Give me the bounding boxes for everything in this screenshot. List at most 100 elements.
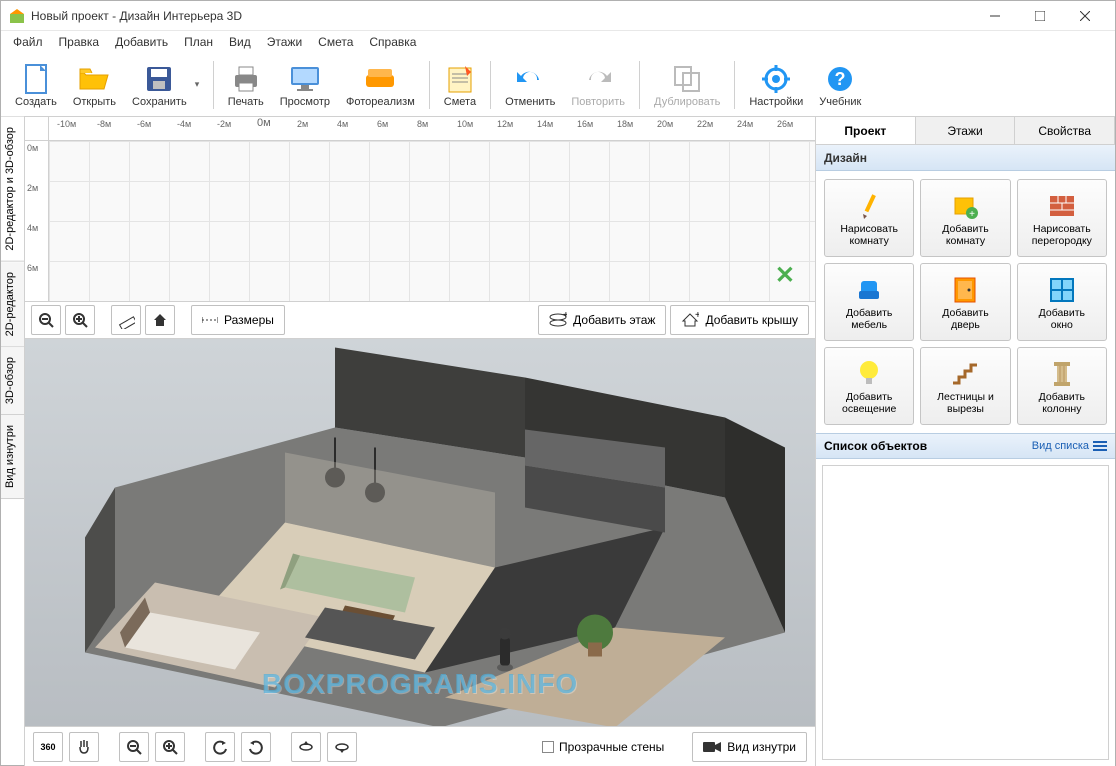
redo-button[interactable]: Повторить	[563, 56, 633, 114]
gear-icon	[762, 62, 790, 96]
save-button[interactable]: Сохранить	[124, 56, 195, 114]
print-button[interactable]: Печать	[220, 56, 272, 114]
svg-text:+: +	[970, 209, 976, 220]
tilt-down-button[interactable]	[327, 732, 357, 762]
list-icon	[1093, 440, 1107, 452]
view-mode-tabs: 2D-редактор и 3D-обзор 2D-редактор 3D-об…	[1, 117, 25, 766]
undo-button[interactable]: Отменить	[497, 56, 563, 114]
add-furniture-button[interactable]: Добавитьмебель	[824, 263, 914, 341]
add-door-button[interactable]: Добавитьдверь	[920, 263, 1010, 341]
armchair-icon	[855, 273, 883, 307]
tab-floors[interactable]: Этажи	[916, 117, 1016, 144]
create-button[interactable]: Создать	[7, 56, 65, 114]
copy-icon	[673, 62, 701, 96]
svg-text:+: +	[695, 312, 699, 321]
app-icon	[9, 8, 25, 24]
draw-partition-button[interactable]: Нарисоватьперегородку	[1017, 179, 1107, 257]
main-toolbar: Создать Открыть Сохранить ▾ Печать Просм…	[1, 53, 1115, 117]
ruler-button[interactable]	[111, 305, 141, 335]
tab-3d-view[interactable]: 3D-обзор	[1, 347, 24, 415]
zoom-in-3d-button[interactable]	[155, 732, 185, 762]
dimensions-button[interactable]: Размеры	[191, 305, 285, 335]
rotate-left-button[interactable]	[205, 732, 235, 762]
minimize-button[interactable]	[972, 1, 1017, 30]
zoom-out-3d-button[interactable]	[119, 732, 149, 762]
add-window-button[interactable]: Добавитьокно	[1017, 263, 1107, 341]
canvas-area: -10м-8м -6м-4м -2м0м 2м4м 6м8м 10м12м 14…	[25, 117, 815, 766]
tab-2d-editor[interactable]: 2D-редактор	[1, 262, 24, 347]
folder-open-icon	[78, 62, 110, 96]
window-icon	[1049, 273, 1075, 307]
menu-edit[interactable]: Правка	[51, 33, 108, 51]
dimensions-icon	[202, 313, 218, 327]
ruler-vertical: 0м 2м 4м 6м	[25, 141, 49, 301]
canvas-toolbar: Размеры +Добавить этаж +Добавить крышу	[25, 301, 815, 339]
menu-estimate[interactable]: Смета	[310, 33, 361, 51]
menu-plan[interactable]: План	[176, 33, 221, 51]
photorealism-button[interactable]: Фотореализм	[338, 56, 423, 114]
tutorial-button[interactable]: ?Учебник	[811, 56, 869, 114]
3d-viewport[interactable]: BOXPROGRAMS.INFO	[25, 339, 815, 726]
view-type-link[interactable]: Вид списка	[1032, 440, 1107, 452]
menu-bar: Файл Правка Добавить План Вид Этажи Смет…	[1, 31, 1115, 53]
brick-wall-icon	[1048, 189, 1076, 223]
pencil-icon	[855, 189, 883, 223]
tab-2d-3d-combined[interactable]: 2D-редактор и 3D-обзор	[1, 117, 24, 262]
redo-icon	[583, 62, 613, 96]
zoom-out-button[interactable]	[31, 305, 61, 335]
rotate-right-button[interactable]	[241, 732, 271, 762]
zoom-in-button[interactable]	[65, 305, 95, 335]
add-roof-button[interactable]: +Добавить крышу	[670, 305, 809, 335]
lightbulb-icon	[858, 357, 880, 391]
menu-view[interactable]: Вид	[221, 33, 259, 51]
2d-grid-canvas[interactable]: ✕	[49, 141, 815, 301]
tab-project[interactable]: Проект	[816, 117, 916, 144]
estimate-button[interactable]: Смета	[436, 56, 484, 114]
transparent-walls-checkbox[interactable]: Прозрачные стены	[542, 740, 664, 754]
svg-text:?: ?	[835, 69, 846, 89]
undo-icon	[515, 62, 545, 96]
design-section-header: Дизайн	[816, 145, 1115, 171]
duplicate-button[interactable]: Дублировать	[646, 56, 728, 114]
tab-properties[interactable]: Свойства	[1015, 117, 1115, 144]
room-plus-icon: +	[951, 189, 979, 223]
open-button[interactable]: Открыть	[65, 56, 124, 114]
add-room-button[interactable]: +Добавитькомнату	[920, 179, 1010, 257]
settings-button[interactable]: Настройки	[741, 56, 811, 114]
objects-list[interactable]	[822, 465, 1109, 760]
menu-file[interactable]: Файл	[5, 33, 51, 51]
menu-help[interactable]: Справка	[361, 33, 424, 51]
menu-add[interactable]: Добавить	[107, 33, 176, 51]
360-view-button[interactable]: 360	[33, 732, 63, 762]
maximize-button[interactable]	[1017, 1, 1062, 30]
side-panel: Проект Этажи Свойства Дизайн Нарисоватьк…	[815, 117, 1115, 766]
origin-marker-icon: ✕	[775, 261, 795, 290]
svg-text:+: +	[563, 312, 567, 321]
design-tools-grid: Нарисоватькомнату +Добавитькомнату Нарис…	[816, 171, 1115, 433]
add-floor-button[interactable]: +Добавить этаж	[538, 305, 666, 335]
floppy-icon	[145, 62, 173, 96]
pan-button[interactable]	[69, 732, 99, 762]
home-button[interactable]	[145, 305, 175, 335]
add-column-button[interactable]: Добавитьколонну	[1017, 347, 1107, 425]
close-button[interactable]	[1062, 1, 1107, 30]
menu-floors[interactable]: Этажи	[259, 33, 310, 51]
preview-button[interactable]: Просмотр	[272, 56, 338, 114]
stairs-button[interactable]: Лестницы ивырезы	[920, 347, 1010, 425]
door-icon	[953, 273, 977, 307]
house-plus-icon: +	[681, 312, 699, 328]
tilt-up-button[interactable]	[291, 732, 321, 762]
draw-room-button[interactable]: Нарисоватькомнату	[824, 179, 914, 257]
ruler-horizontal: -10м-8м -6м-4м -2м0м 2м4м 6м8м 10м12м 14…	[25, 117, 815, 141]
tab-inside-view[interactable]: Вид изнутри	[1, 415, 24, 499]
stairs-icon	[951, 357, 979, 391]
window-title: Новый проект - Дизайн Интерьера 3D	[31, 9, 972, 23]
file-new-icon	[22, 62, 50, 96]
add-lighting-button[interactable]: Добавитьосвещение	[824, 347, 914, 425]
objects-list-header: Список объектов Вид списка	[816, 433, 1115, 459]
camera-icon	[703, 740, 721, 754]
inside-view-button[interactable]: Вид изнутри	[692, 732, 807, 762]
title-bar: Новый проект - Дизайн Интерьера 3D	[1, 1, 1115, 31]
side-panel-tabs: Проект Этажи Свойства	[816, 117, 1115, 145]
help-icon: ?	[826, 62, 854, 96]
